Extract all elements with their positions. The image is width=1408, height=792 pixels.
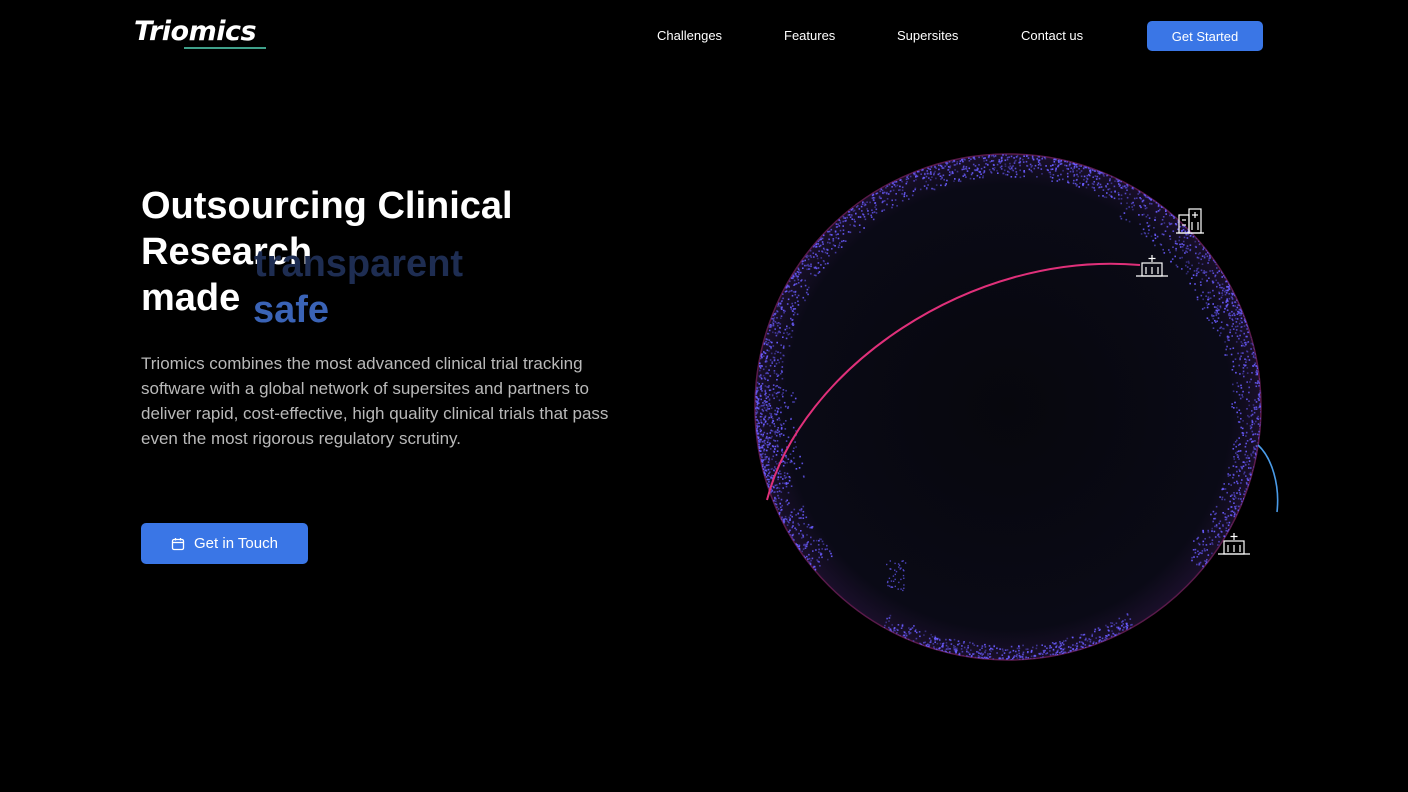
nav-challenges[interactable]: Challenges [657,28,722,43]
page: Triomics Challenges Features Supersites … [0,0,1408,792]
flight-arc-secondary [1257,444,1279,513]
hero-description: Triomics combines the most advanced clin… [141,354,609,448]
nav-contact-us[interactable]: Contact us [1021,28,1083,43]
get-in-touch-button[interactable]: Get in Touch [141,523,308,564]
calendar-icon [171,537,185,550]
globe-visual [754,153,1279,661]
nav-supersites[interactable]: Supersites [897,28,958,43]
get-in-touch-label: Get in Touch [194,535,278,552]
hero-title-line-1: Outsourcing Clinical [141,185,513,227]
rotating-word-safe: safe [253,289,330,331]
get-started-button[interactable]: Get Started [1147,21,1263,51]
main-nav: Challenges Features Supersites Contact u… [0,21,1408,51]
nav-features[interactable]: Features [784,28,835,43]
rotating-word-transparent: transparent [254,243,464,285]
